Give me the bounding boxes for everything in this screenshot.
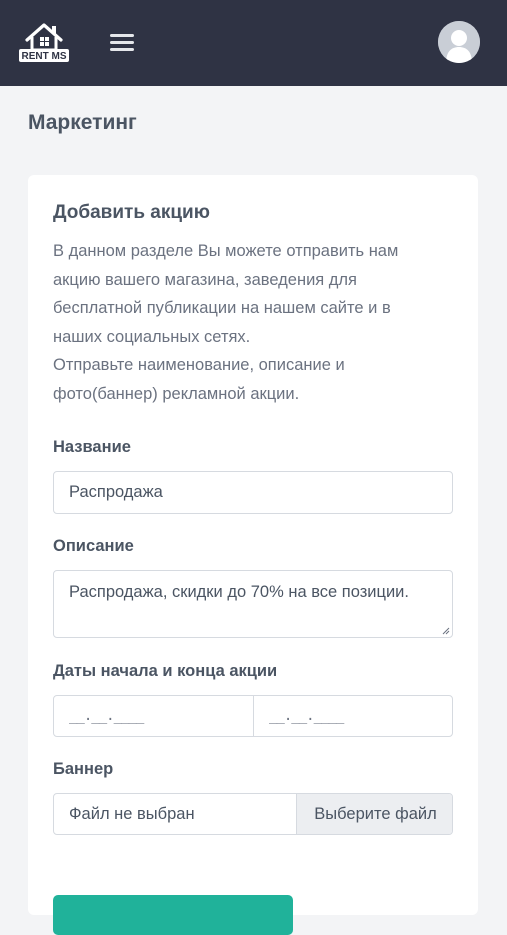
resize-handle-icon[interactable] [442,627,450,635]
logo-text: RENT MS [22,51,67,62]
description-line: бесплатной публикации на нашем сайте и в [53,299,391,317]
end-date-mask: __.__.____ [269,708,344,724]
description-line: акцию вашего магазина, заведения для [53,270,357,289]
end-date-input[interactable]: __.__.____ [254,696,453,736]
dates-label: Даты начала и конца акции [53,662,278,680]
user-avatar-icon[interactable] [438,21,480,63]
start-date-mask: __.__.____ [69,708,144,724]
name-label: Название [53,438,131,456]
banner-label: Баннер [53,760,114,778]
description-line: Отправьте наименование, описание и [53,356,345,374]
start-date-input[interactable]: __.__.____ [54,696,253,736]
submit-button[interactable] [53,895,293,935]
date-range-group: __.__.____ __.__.____ [53,695,453,737]
name-input-value: Распродажа [69,483,163,501]
card-description: В данном разделе Вы можете отправить нам… [53,237,453,408]
description-line: фото(баннер) рекламной акции. [53,384,300,403]
name-input[interactable]: Распродажа [53,471,453,514]
hamburger-menu-icon[interactable] [110,32,136,52]
description-textarea[interactable]: Распродажа, скидки до 70% на все позиции… [53,570,453,638]
rent-ms-logo[interactable]: RENT MS [18,18,70,64]
description-line: В данном разделе Вы можете отправить нам [53,242,399,260]
choose-file-button[interactable]: Выберите файл [296,794,452,834]
page-title: Маркетинг [28,111,137,134]
description-textarea-value: Распродажа, скидки до 70% на все позиции… [69,583,409,601]
add-promo-card: Добавить акцию В данном разделе Вы может… [28,175,478,935]
description-line: наших социальных сетях. [53,327,251,346]
top-navbar: RENT MS [0,0,507,86]
banner-file-input[interactable]: Файл не выбран Выберите файл [53,793,453,835]
file-status-text: Файл не выбран [69,804,195,823]
description-label: Описание [53,537,134,555]
card-title: Добавить акцию [53,202,210,223]
